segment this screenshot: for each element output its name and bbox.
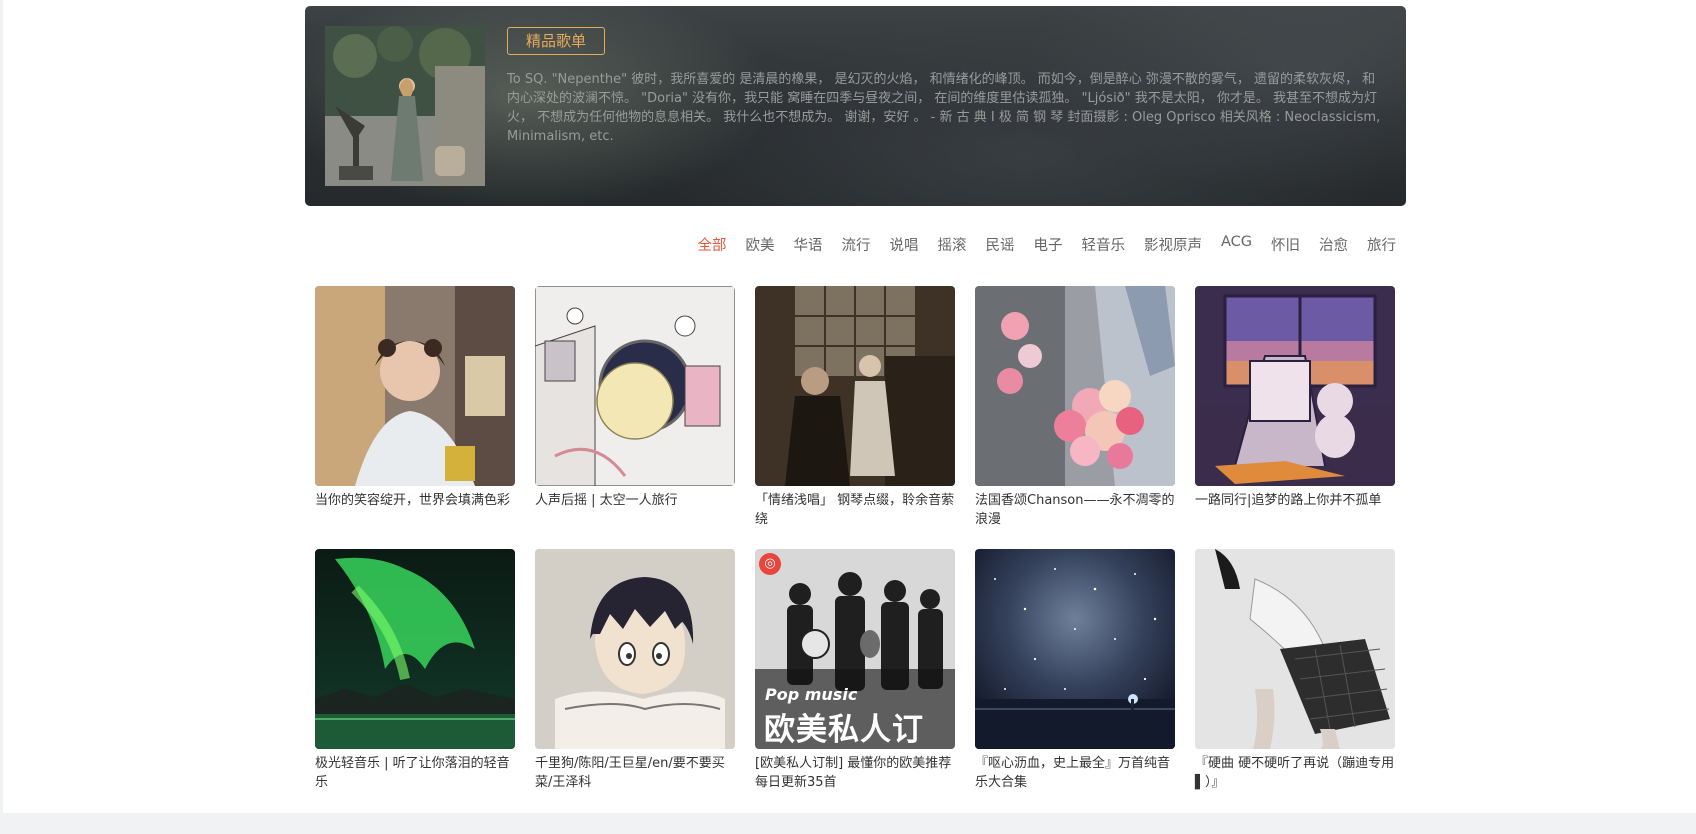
playlist-card[interactable]: 千里狗/陈阳/王巨星/en/要不要买菜/王泽科 xyxy=(535,549,735,792)
tab-all[interactable]: 全部 xyxy=(697,234,726,255)
category-tabs: 全部 欧美 华语 流行 说唱 摇滚 民谣 电子 轻音乐 影视原声 ACG 怀旧 … xyxy=(3,234,1396,255)
playlist-cover[interactable] xyxy=(535,549,735,749)
page: 精品歌单 To SQ. "Nepenthe" 彼时，我所喜爱的 是清晨的橡果， … xyxy=(3,0,1696,813)
playlist-cover[interactable] xyxy=(1195,549,1395,749)
playlist-card[interactable]: 当你的笑容绽开，世界会填满色彩 xyxy=(315,286,515,510)
featured-playlist-banner[interactable]: 精品歌单 To SQ. "Nepenthe" 彼时，我所喜爱的 是清晨的橡果， … xyxy=(305,6,1406,206)
playlist-cover[interactable] xyxy=(975,549,1175,749)
playlist-title[interactable]: 「情绪浅唱」 钢琴点缀，聆余音萦绕 xyxy=(755,491,955,529)
playlist-card[interactable]: ◎ Pop music 欧美私人订制 [欧美私人订制] 最懂你的欧美推荐 每日更… xyxy=(755,549,955,792)
playlist-card[interactable]: 「情绪浅唱」 钢琴点缀，聆余音萦绕 xyxy=(755,286,955,529)
playlist-cover[interactable] xyxy=(755,286,955,486)
tab-healing[interactable]: 治愈 xyxy=(1319,234,1348,255)
tab-chinese[interactable]: 华语 xyxy=(793,234,822,255)
tab-electronic[interactable]: 电子 xyxy=(1033,234,1062,255)
playlist-cover[interactable] xyxy=(315,286,515,486)
tab-light-music[interactable]: 轻音乐 xyxy=(1081,234,1125,255)
netease-logo-icon: ◎ xyxy=(759,553,781,575)
tab-acg[interactable]: ACG xyxy=(1221,234,1252,255)
tab-folk[interactable]: 民谣 xyxy=(985,234,1014,255)
playlist-cover[interactable] xyxy=(1195,286,1395,486)
tab-rap[interactable]: 说唱 xyxy=(889,234,918,255)
playlist-title[interactable]: 极光轻音乐 | 听了让你落泪的轻音乐 xyxy=(315,754,515,792)
playlist-title[interactable]: 千里狗/陈阳/王巨星/en/要不要买菜/王泽科 xyxy=(535,754,735,792)
banner-cover-image[interactable] xyxy=(325,26,485,186)
cover-title: 欧美私人订制 xyxy=(764,712,924,748)
tab-western[interactable]: 欧美 xyxy=(745,234,774,255)
playlist-card[interactable]: 『硬曲 硬不硬听了再说（蹦迪专用▌）』 xyxy=(1195,549,1395,792)
tab-pop[interactable]: 流行 xyxy=(841,234,870,255)
playlist-card[interactable]: 人声后摇 | 太空一人旅行 xyxy=(535,286,735,510)
tab-nostalgia[interactable]: 怀旧 xyxy=(1271,234,1300,255)
cover-label: Pop music xyxy=(765,685,858,704)
playlist-cover[interactable]: ◎ Pop music 欧美私人订制 xyxy=(755,549,955,749)
playlist-cover[interactable] xyxy=(975,286,1175,486)
playlist-title[interactable]: [欧美私人订制] 最懂你的欧美推荐 每日更新35首 xyxy=(755,754,955,792)
playlist-title[interactable]: 一路同行|追梦的路上你并不孤单 xyxy=(1195,491,1395,510)
playlist-title[interactable]: 『硬曲 硬不硬听了再说（蹦迪专用▌）』 xyxy=(1195,754,1395,792)
tab-soundtrack[interactable]: 影视原声 xyxy=(1144,234,1202,255)
tab-travel[interactable]: 旅行 xyxy=(1367,234,1396,255)
playlist-card[interactable]: 法国香颂Chanson——永不凋零的浪漫 xyxy=(975,286,1175,529)
playlist-cover[interactable] xyxy=(315,549,515,749)
playlist-title[interactable]: 法国香颂Chanson——永不凋零的浪漫 xyxy=(975,491,1175,529)
playlist-card[interactable]: 『呕心沥血，史上最全』万首纯音乐大合集 xyxy=(975,549,1175,792)
playlist-card[interactable]: 一路同行|追梦的路上你并不孤单 xyxy=(1195,286,1395,510)
tab-rock[interactable]: 摇滚 xyxy=(937,234,966,255)
playlist-title[interactable]: 当你的笑容绽开，世界会填满色彩 xyxy=(315,491,515,510)
playlist-title[interactable]: 『呕心沥血，史上最全』万首纯音乐大合集 xyxy=(975,754,1175,792)
playlist-cover[interactable] xyxy=(535,286,735,486)
playlist-card[interactable]: 极光轻音乐 | 听了让你落泪的轻音乐 xyxy=(315,549,515,792)
playlist-title[interactable]: 人声后摇 | 太空一人旅行 xyxy=(535,491,735,510)
premium-playlist-badge[interactable]: 精品歌单 xyxy=(507,27,605,55)
banner-description: To SQ. "Nepenthe" 彼时，我所喜爱的 是清晨的橡果， 是幻灭的火… xyxy=(507,72,1381,144)
